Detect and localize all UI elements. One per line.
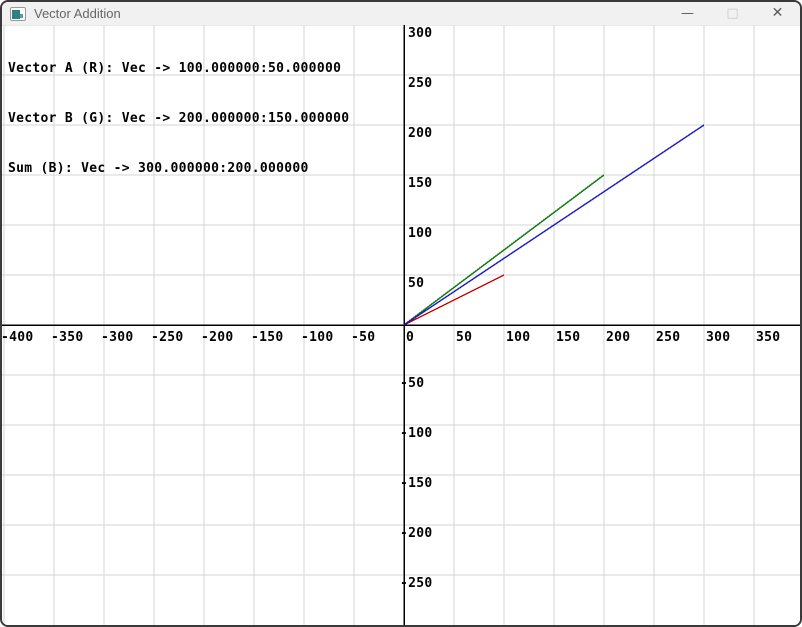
x-tick-label--250: -250 (151, 330, 184, 345)
y-tick-label-50: 50 (408, 276, 424, 291)
y-tick-label-300: 300 (408, 26, 432, 41)
x-tick-label-350: 350 (756, 330, 780, 345)
vector-a-readout: Vector A (R): Vec -> 100.000000:50.00000… (8, 61, 349, 81)
sum-readout: Sum (B): Vec -> 300.000000:200.000000 (8, 161, 349, 181)
app-window: Vector Addition — □ ✕ -400 -350 -300 -250 -2… (0, 0, 802, 627)
y-tick-label-200: 200 (408, 126, 432, 141)
vector-readout: Vector A (R): Vec -> 100.000000:50.00000… (8, 31, 349, 211)
y-tick-label--250: -250 (400, 576, 433, 591)
x-tick-label-50: 50 (456, 330, 472, 345)
x-tick-label-150: 150 (556, 330, 580, 345)
app-icon (10, 7, 26, 21)
y-tick-label--200: -200 (400, 526, 433, 541)
y-tick-label-150: 150 (408, 176, 432, 191)
app-icon-dot (20, 14, 23, 18)
x-tick-label-100: 100 (506, 330, 530, 345)
x-tick-label-200: 200 (606, 330, 630, 345)
vector-b-readout: Vector B (G): Vec -> 200.000000:150.0000… (8, 111, 349, 131)
minimize-button[interactable]: — (665, 2, 710, 25)
x-tick-label-0: 0 (406, 330, 414, 345)
y-tick-label--150: -150 (400, 476, 433, 491)
x-tick-label--100: -100 (301, 330, 334, 345)
x-tick-label-300: 300 (706, 330, 730, 345)
window-controls: — □ ✕ (665, 2, 800, 25)
titlebar[interactable]: Vector Addition — □ ✕ (2, 2, 800, 25)
close-button[interactable]: ✕ (755, 2, 800, 25)
plot-canvas: -400 -350 -300 -250 -200 -150 -100 -50 0 50 100 150… (2, 25, 800, 625)
x-tick-label--50: -50 (351, 330, 375, 345)
y-tick-label--100: -100 (400, 426, 433, 441)
maximize-button[interactable]: □ (710, 2, 755, 25)
window-title: Vector Addition (34, 6, 121, 21)
x-tick-label--400: -400 (2, 330, 34, 345)
x-tick-label-250: 250 (656, 330, 680, 345)
x-tick-label--150: -150 (251, 330, 284, 345)
x-tick-label--350: -350 (51, 330, 84, 345)
y-tick-label-100: 100 (408, 226, 432, 241)
y-tick-label-250: 250 (408, 76, 432, 91)
x-tick-label--300: -300 (101, 330, 134, 345)
app-icon-fill (12, 10, 20, 19)
x-tick-label--200: -200 (201, 330, 234, 345)
